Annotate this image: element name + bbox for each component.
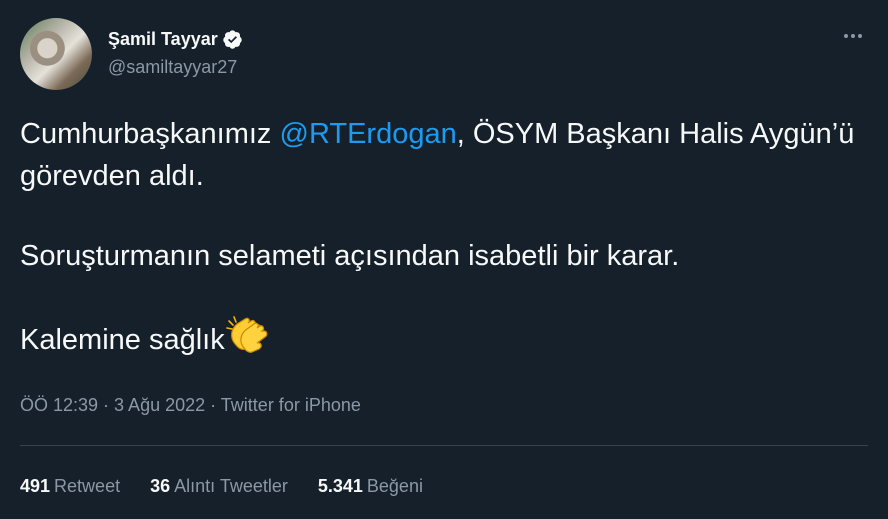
more-dot [844, 34, 848, 38]
tweet-text-segment: Kalemine sağlık [20, 324, 225, 356]
quote-tweets-stat[interactable]: 36 Alıntı Tweetler [150, 476, 288, 497]
tweet-text: Cumhurbaşkanımız @RTErdogan, ÖSYM Başkan… [20, 113, 870, 361]
likes-stat[interactable]: 5.341 Beğeni [318, 476, 423, 497]
display-name[interactable]: Şamil Tayyar [108, 29, 218, 50]
user-handle[interactable]: @samiltayyar27 [108, 57, 243, 78]
tweet-paragraph-2: Soruşturmanın selameti açısından isabetl… [20, 240, 680, 272]
avatar[interactable] [20, 18, 92, 90]
tweet-paragraph-3: Kalemine sağlık [20, 315, 870, 361]
clapping-hands-emoji [225, 316, 268, 353]
author-info: Şamil Tayyar @samiltayyar27 [108, 27, 243, 78]
retweets-stat[interactable]: 491 Retweet [20, 476, 120, 497]
likes-label: Beğeni [366, 476, 423, 496]
more-options-icon[interactable] [838, 26, 868, 46]
tweet-header: Şamil Tayyar @samiltayyar27 [20, 18, 868, 92]
quotes-label: Alıntı Tweetler [174, 476, 288, 496]
mention-link[interactable]: @RTErdogan [280, 118, 457, 150]
likes-count: 5.341 [317, 476, 363, 496]
display-name-row: Şamil Tayyar [108, 27, 243, 51]
tweet-stats: 491 Retweet 36 Alıntı Tweetler 5.341 Beğeni [20, 476, 453, 497]
tweet-card: Şamil Tayyar @samiltayyar27 Cumhurbaşkan… [0, 0, 888, 519]
tweet-timestamp[interactable]: ÖÖ 12:39 · 3 Ağu 2022 · Twitter for iPho… [20, 395, 361, 416]
tweet-paragraph-1: Cumhurbaşkanımız @RTErdogan, ÖSYM Başkan… [20, 113, 870, 197]
tweet-text-segment: Cumhurbaşkanımız [20, 118, 280, 150]
divider [20, 445, 868, 446]
quotes-count: 36 [150, 476, 171, 496]
retweets-count: 491 [20, 476, 51, 496]
more-dot [851, 34, 855, 38]
retweets-label: Retweet [54, 476, 121, 496]
more-dot [858, 34, 862, 38]
verified-badge-icon [223, 29, 242, 49]
